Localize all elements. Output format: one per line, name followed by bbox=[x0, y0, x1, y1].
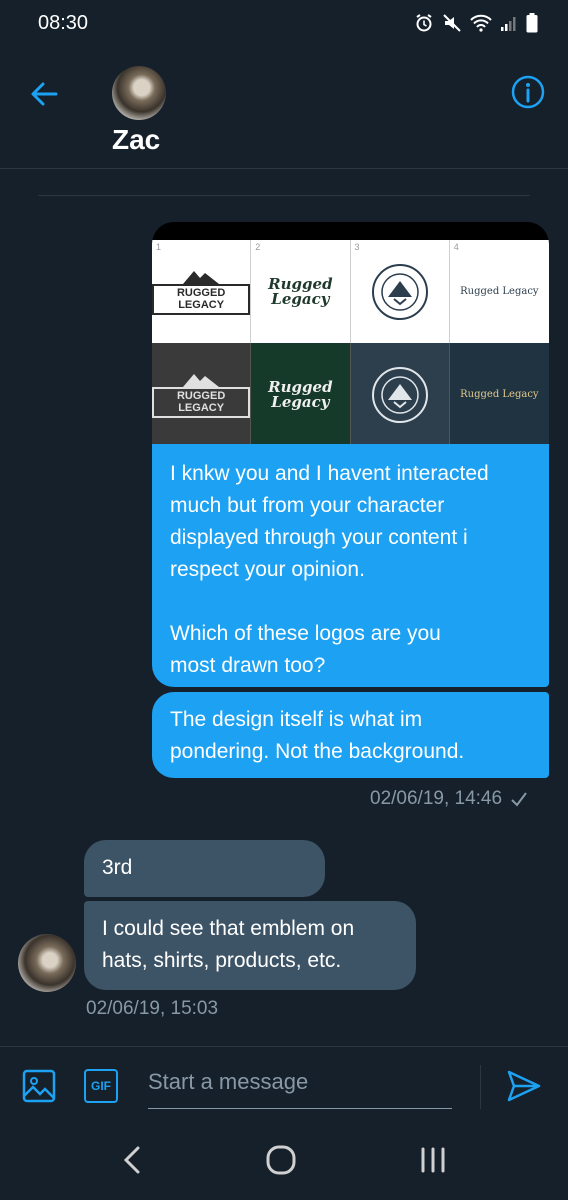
message-text-line: I could see that emblem on bbox=[102, 917, 355, 940]
message-text-line: The design itself is what im bbox=[170, 708, 423, 731]
logo-text: Rugged Legacy bbox=[268, 378, 333, 411]
logo-cell-3-light: 3 bbox=[350, 240, 450, 343]
incoming-message-bubble[interactable]: 3rd bbox=[84, 840, 325, 897]
outgoing-timestamp: 02/06/19, 14:46 bbox=[370, 788, 528, 810]
message-text-line: respect your opinion. bbox=[170, 558, 365, 581]
message-text-line: Which of these logos are you bbox=[170, 622, 441, 645]
contact-avatar-small[interactable] bbox=[18, 934, 76, 992]
home-circle-icon bbox=[266, 1145, 296, 1174]
logo-number: 3 bbox=[354, 242, 360, 252]
incoming-timestamp: 02/06/19, 15:03 bbox=[86, 998, 219, 1019]
contact-name[interactable]: Zac bbox=[112, 124, 160, 156]
outgoing-message-bubble[interactable]: I knkw you and I havent interacted much … bbox=[152, 444, 549, 687]
status-time: 08:30 bbox=[38, 11, 89, 34]
logo-cell-4-dark: Rugged Legacy bbox=[449, 343, 549, 444]
message-text-line: I knkw you and I havent interacted bbox=[170, 462, 489, 485]
status-bar: 08:30 bbox=[0, 0, 568, 46]
checkmark-icon bbox=[511, 792, 527, 807]
logo-cell-2-light: 2 Rugged Legacy bbox=[251, 240, 351, 343]
logo-grid: 1 RUGGED LEGACY 2 Rugged Legacy 3 4 Rugg… bbox=[152, 240, 549, 444]
message-text-line: hats, shirts, products, etc. bbox=[102, 949, 342, 972]
image-icon bbox=[22, 1069, 56, 1103]
mountain-icon bbox=[183, 270, 220, 284]
emblem-logo-icon bbox=[371, 263, 428, 320]
logo-cell-3-dark bbox=[350, 343, 450, 444]
mountain-badge-logo: RUGGED LEGACY bbox=[152, 371, 251, 419]
send-button[interactable] bbox=[506, 1069, 542, 1108]
signal-icon bbox=[500, 14, 518, 32]
system-navigation-bar bbox=[0, 1124, 568, 1200]
logo-cell-1-dark: RUGGED LEGACY bbox=[152, 343, 252, 444]
logo-text: RUGGED LEGACY bbox=[152, 386, 251, 419]
mute-icon bbox=[442, 13, 462, 33]
divider bbox=[38, 195, 530, 196]
logo-text: Rugged Legacy bbox=[460, 286, 539, 297]
message-text-line: pondering. Not the background. bbox=[170, 740, 465, 763]
mountain-icon bbox=[183, 373, 220, 387]
message-input-placeholder: Start a message bbox=[148, 1069, 309, 1094]
nav-recents-button[interactable] bbox=[418, 1147, 448, 1178]
conversation-header: Zac bbox=[0, 46, 568, 169]
compose-divider bbox=[480, 1065, 481, 1109]
outgoing-message-bubble[interactable]: The design itself is what im pondering. … bbox=[152, 692, 549, 778]
compose-bar: GIF Start a message bbox=[0, 1046, 568, 1124]
nav-home-button[interactable] bbox=[265, 1144, 297, 1181]
logo-cell-4-light: 4 Rugged Legacy bbox=[449, 240, 549, 343]
battery-icon bbox=[526, 13, 538, 33]
message-text-line: most drawn too? bbox=[170, 654, 326, 677]
contact-avatar[interactable] bbox=[112, 66, 166, 120]
wifi-icon bbox=[470, 14, 492, 32]
logo-text: RUGGED LEGACY bbox=[152, 283, 251, 316]
timestamp-text: 02/06/19, 14:46 bbox=[370, 788, 503, 809]
gif-label: GIF bbox=[91, 1079, 111, 1093]
incoming-message-bubble[interactable]: I could see that emblem on hats, shirts,… bbox=[84, 901, 416, 990]
message-text-line: much but from your character bbox=[170, 494, 445, 517]
message-input[interactable]: Start a message bbox=[148, 1067, 452, 1109]
info-icon bbox=[511, 75, 545, 109]
recents-icon bbox=[421, 1147, 445, 1172]
gif-button[interactable]: GIF bbox=[84, 1069, 118, 1103]
chevron-left-icon bbox=[124, 1146, 140, 1173]
emblem-logo-icon bbox=[371, 366, 428, 423]
mountain-badge-logo: RUGGED LEGACY bbox=[152, 268, 251, 316]
send-icon bbox=[507, 1070, 541, 1102]
logo-number: 2 bbox=[255, 242, 261, 252]
message-text-line: 3rd bbox=[102, 856, 133, 879]
logo-number: 1 bbox=[156, 242, 162, 252]
back-button[interactable] bbox=[26, 76, 62, 112]
logo-cell-2-dark: Rugged Legacy bbox=[251, 343, 351, 444]
arrow-left-icon bbox=[31, 82, 58, 106]
logo-number: 4 bbox=[453, 242, 459, 252]
alarm-icon bbox=[414, 13, 434, 33]
nav-back-button[interactable] bbox=[120, 1145, 144, 1180]
logo-text: Rugged Legacy bbox=[268, 275, 333, 308]
info-button[interactable] bbox=[510, 74, 546, 110]
status-icons bbox=[414, 13, 538, 33]
message-text-line: displayed through your content i bbox=[170, 526, 468, 549]
logo-image-attachment[interactable]: 1 RUGGED LEGACY 2 Rugged Legacy 3 4 Rugg… bbox=[152, 222, 549, 444]
image-button[interactable] bbox=[22, 1069, 56, 1108]
logo-cell-1-light: 1 RUGGED LEGACY bbox=[152, 240, 252, 343]
logo-text: Rugged Legacy bbox=[460, 389, 539, 400]
